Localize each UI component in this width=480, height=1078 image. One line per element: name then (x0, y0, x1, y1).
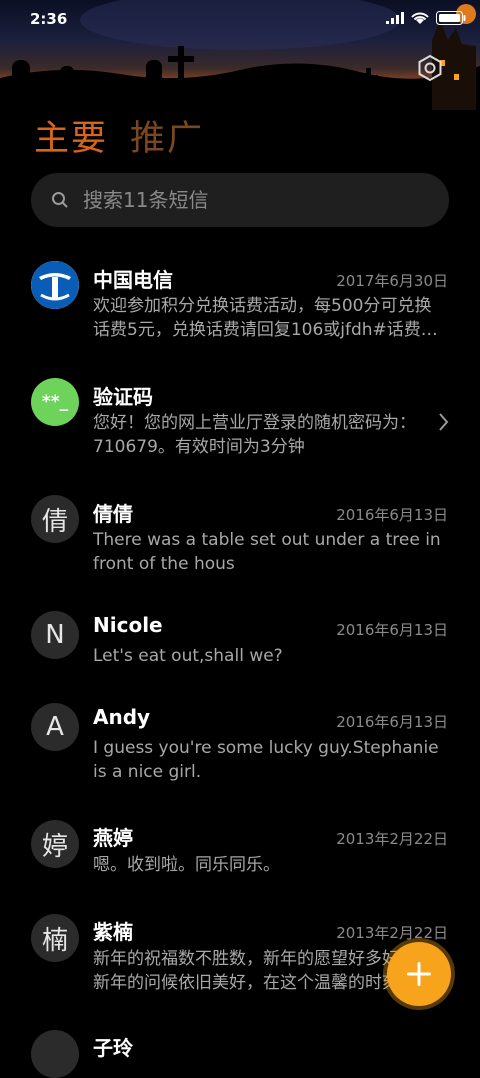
battery-icon (436, 11, 466, 25)
avatar: 倩 (31, 495, 79, 543)
conversation-name: 子玲 (93, 1036, 133, 1060)
conversation-item[interactable]: 中国电信 2017年6月30日 欢迎参加积分兑换话费活动，每500分可兑换话费5… (0, 254, 480, 354)
status-time: 2:36 (30, 10, 68, 28)
avatar (31, 1030, 79, 1078)
conversation-preview: I guess you're some lucky guy.Stephanie … (93, 738, 439, 782)
china-telecom-logo-icon (31, 261, 79, 309)
conversation-item[interactable]: 子玲 (0, 1026, 480, 1078)
conversation-name: 紫楠 (93, 920, 133, 944)
conversation-date: 2013年2月22日 (336, 924, 448, 942)
avatar: 婷 (31, 820, 79, 868)
new-message-button[interactable] (387, 942, 451, 1006)
conversation-date: 2013年2月22日 (336, 830, 448, 848)
avatar: **_ (31, 378, 79, 426)
tab-promotion[interactable]: 推广 (130, 110, 204, 161)
conversation-item[interactable]: A Andy 2016年6月13日 I guess you're some lu… (0, 699, 480, 799)
conversation-name: 燕婷 (93, 826, 133, 850)
search-input[interactable] (81, 187, 415, 213)
wifi-icon (411, 12, 429, 24)
avatar: A (31, 703, 79, 751)
status-bar: 2:36 (0, 0, 480, 40)
search-icon (52, 192, 68, 208)
tab-main[interactable]: 主要 (34, 110, 108, 161)
conversation-item[interactable]: N Nicole 2016年6月13日 Let's eat out,shall … (0, 605, 480, 685)
search-bar[interactable] (31, 173, 449, 227)
conversation-date: 2017年6月30日 (336, 272, 448, 290)
conversation-preview: 欢迎参加积分兑换话费活动，每500分可兑换话费5元，兑换话费请回复106或jfd… (93, 296, 438, 340)
conversation-date: 2016年6月13日 (336, 506, 448, 524)
conversation-name: 中国电信 (93, 268, 173, 292)
conversation-item[interactable]: 倩 倩倩 2016年6月13日 There was a table set ou… (0, 488, 480, 588)
conversation-item[interactable]: 婷 燕婷 2013年2月22日 嗯。收到啦。同乐同乐。 (0, 816, 480, 896)
conversation-name: Nicole (93, 613, 163, 637)
plus-icon (407, 962, 431, 986)
conversation-name: Andy (93, 705, 151, 729)
avatar: N (31, 611, 79, 659)
conversation-name: 倩倩 (93, 502, 133, 526)
conversation-date: 2016年6月13日 (336, 621, 448, 639)
settings-hexagon-icon (418, 54, 442, 82)
conversation-date: 2016年6月13日 (336, 713, 448, 731)
category-tabs: 主要 推广 (34, 110, 204, 161)
avatar: 楠 (31, 914, 79, 962)
conversation-preview: There was a table set out under a tree i… (93, 530, 441, 574)
conversation-preview: 您好！您的网上营业厅登录的随机密码为：710679。有效时间为3分钟 (93, 413, 416, 457)
signal-icon (386, 12, 404, 24)
settings-button[interactable] (416, 54, 444, 82)
conversation-item[interactable]: **_ 验证码 您好！您的网上营业厅登录的随机密码为：710679。有效时间为3… (0, 371, 480, 471)
chevron-right-icon (439, 413, 449, 431)
conversation-name: 验证码 (93, 385, 153, 409)
conversation-preview: 嗯。收到啦。同乐同乐。 (93, 855, 280, 875)
conversation-preview: Let's eat out,shall we? (93, 646, 283, 666)
